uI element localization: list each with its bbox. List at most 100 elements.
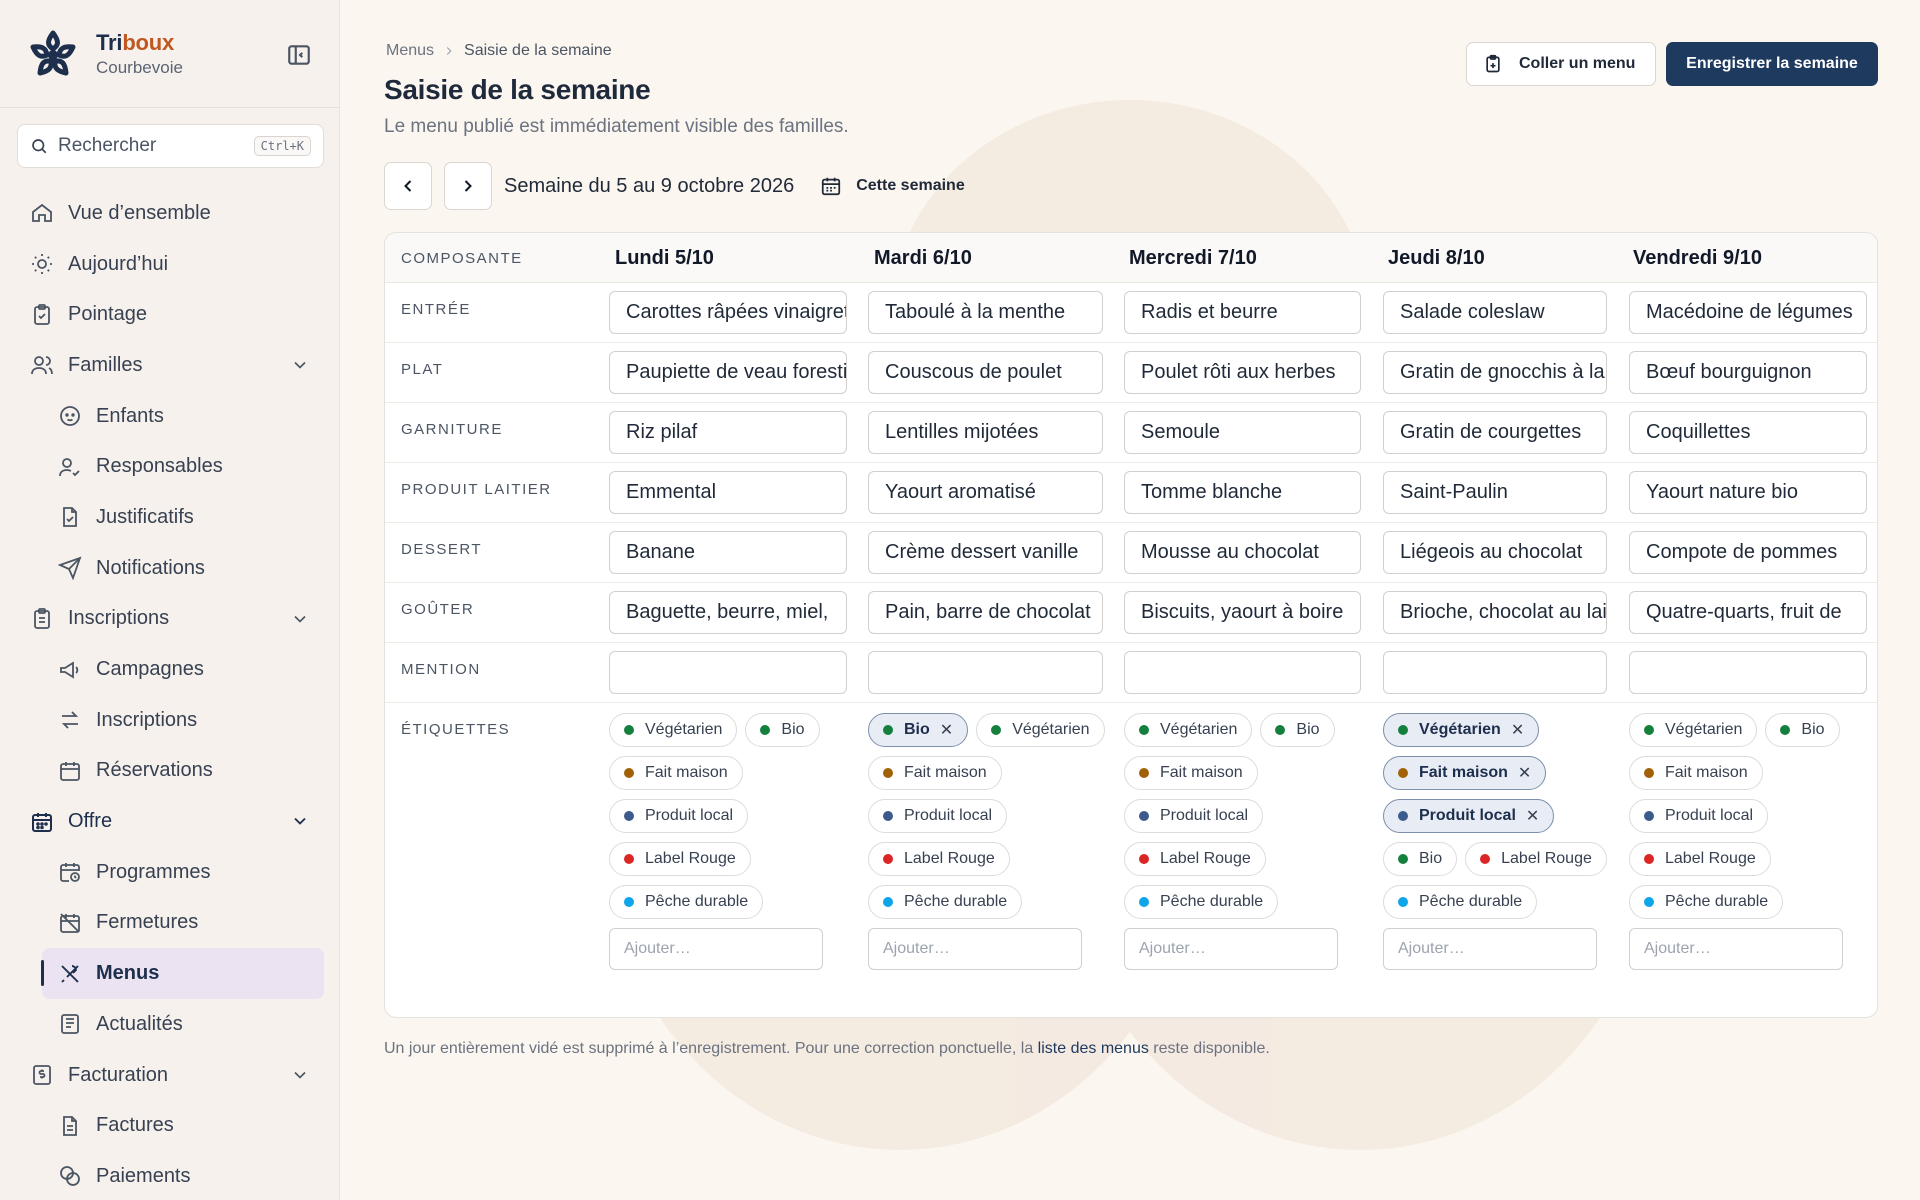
tag-chip[interactable]: Bio <box>1765 713 1840 747</box>
sidebar-item-actualites[interactable]: Actualités <box>0 999 340 1050</box>
menu-cell-input[interactable]: Lentilles mijotées <box>868 411 1103 454</box>
tag-chip[interactable]: Produit local <box>868 799 1008 833</box>
sidebar-item-offre[interactable]: Offre <box>0 796 340 847</box>
save-week-button[interactable]: Enregistrer la semaine <box>1666 42 1878 86</box>
menu-cell-input[interactable]: Macédoine de légumes <box>1629 291 1867 334</box>
tag-chip[interactable]: Végétarien <box>1124 713 1253 747</box>
menu-cell-input[interactable]: Quatre-quarts, fruit de <box>1629 591 1867 634</box>
tag-chip[interactable]: Fait maison <box>609 756 743 790</box>
sidebar-item-factures[interactable]: Factures <box>0 1100 340 1151</box>
menu-cell-input[interactable]: Semoule <box>1124 411 1361 454</box>
menu-cell-input[interactable]: Crème dessert vanille <box>868 531 1103 574</box>
menu-cell-input[interactable]: Paupiette de veau forestière <box>609 351 847 394</box>
tag-chip[interactable]: Bio <box>1260 713 1335 747</box>
add-tag-input[interactable]: Ajouter… <box>1383 928 1597 970</box>
sidebar-item-enfants[interactable]: Enfants <box>0 391 340 442</box>
menu-cell-input[interactable]: Baguette, beurre, miel, <box>609 591 847 634</box>
tag-chip[interactable]: Pêche durable <box>868 885 1023 919</box>
tag-chip[interactable]: Produit local <box>1629 799 1769 833</box>
menu-cell-input[interactable] <box>1383 651 1607 694</box>
tag-chip[interactable]: Fait maison <box>1124 756 1258 790</box>
tag-chip[interactable]: Pêche durable <box>1629 885 1784 919</box>
tag-chip[interactable]: Végétarien <box>1629 713 1758 747</box>
menu-cell-input[interactable]: Couscous de poulet <box>868 351 1103 394</box>
add-tag-input[interactable]: Ajouter… <box>1629 928 1843 970</box>
add-tag-input[interactable]: Ajouter… <box>1124 928 1338 970</box>
add-tag-input[interactable]: Ajouter… <box>609 928 823 970</box>
tag-chip[interactable]: Végétarien <box>609 713 738 747</box>
menu-cell-input[interactable]: Taboulé à la menthe <box>868 291 1103 334</box>
tag-chip[interactable]: Label Rouge <box>1124 842 1266 876</box>
tag-chip[interactable]: Produit local ✕ <box>1383 799 1555 833</box>
sidebar-collapse-icon[interactable] <box>286 42 312 68</box>
sidebar-item-inscriptions[interactable]: Inscriptions <box>0 695 340 746</box>
menu-cell-input[interactable]: Banane <box>609 531 847 574</box>
tag-chip[interactable]: Pêche durable <box>1124 885 1279 919</box>
menu-cell-input[interactable]: Liégeois au chocolat <box>1383 531 1607 574</box>
menu-cell-input[interactable]: Emmental <box>609 471 847 514</box>
this-week-button[interactable]: Cette semaine <box>820 175 965 197</box>
tag-chip[interactable]: Bio ✕ <box>868 713 969 747</box>
sidebar-item-notifications[interactable]: Notifications <box>0 543 340 594</box>
sidebar-item-campagnes[interactable]: Campagnes <box>0 644 340 695</box>
sidebar-item-facturation[interactable]: Facturation <box>0 1050 340 1101</box>
sidebar-item-today[interactable]: Aujourd’hui <box>0 239 340 290</box>
sidebar-item-responsables[interactable]: Responsables <box>0 441 340 492</box>
sidebar-item-justificatifs[interactable]: Justificatifs <box>0 492 340 543</box>
add-tag-input[interactable]: Ajouter… <box>868 928 1082 970</box>
tag-chip[interactable]: Fait maison ✕ <box>1383 756 1547 790</box>
tag-chip[interactable]: Bio <box>745 713 820 747</box>
menu-cell-input[interactable]: Radis et beurre <box>1124 291 1361 334</box>
menu-cell-input[interactable]: Tomme blanche <box>1124 471 1361 514</box>
menu-cell-input[interactable]: Riz pilaf <box>609 411 847 454</box>
next-week-button[interactable] <box>444 162 492 210</box>
menu-cell-input[interactable]: Saint-Paulin <box>1383 471 1607 514</box>
sidebar-item-reservations[interactable]: Réservations <box>0 746 340 797</box>
menu-cell-input[interactable]: Salade coleslaw <box>1383 291 1607 334</box>
tag-chip[interactable]: Fait maison <box>868 756 1002 790</box>
tag-chip[interactable]: Pêche durable <box>1383 885 1538 919</box>
menu-cell-input[interactable]: Gratin de gnocchis à la <box>1383 351 1607 394</box>
search-input[interactable]: Rechercher Ctrl+K <box>17 124 324 168</box>
menu-cell-input[interactable]: Pain, barre de chocolat <box>868 591 1103 634</box>
menu-cell-input[interactable]: Poulet rôti aux herbes <box>1124 351 1361 394</box>
menu-cell-input[interactable]: Compote de pommes <box>1629 531 1867 574</box>
tag-chip[interactable]: Label Rouge <box>1629 842 1771 876</box>
tag-chip[interactable]: Label Rouge <box>868 842 1010 876</box>
breadcrumb-parent[interactable]: Menus <box>386 42 434 60</box>
tag-chip[interactable]: Fait maison <box>1629 756 1763 790</box>
tag-chip[interactable]: Produit local <box>1124 799 1264 833</box>
menu-cell-input[interactable]: Carottes râpées vinaigrette <box>609 291 847 334</box>
sidebar-item-programmes[interactable]: Programmes <box>0 847 340 898</box>
menu-cell-input[interactable]: Brioche, chocolat au lait <box>1383 591 1607 634</box>
menu-cell-input[interactable] <box>868 651 1103 694</box>
tag-chip[interactable]: Végétarien <box>976 713 1105 747</box>
sidebar-item-overview[interactable]: Vue d’ensemble <box>0 188 340 239</box>
sidebar-item-inscriptions-group[interactable]: Inscriptions <box>0 594 340 645</box>
menu-cell-input[interactable]: Yaourt aromatisé <box>868 471 1103 514</box>
menu-cell-input[interactable] <box>1629 651 1867 694</box>
sidebar-item-pointage[interactable]: Pointage <box>0 289 340 340</box>
remove-tag-icon[interactable]: ✕ <box>1518 763 1531 783</box>
tag-chip[interactable]: Label Rouge <box>609 842 751 876</box>
sidebar-item-paiements[interactable]: Paiements <box>0 1151 340 1200</box>
sidebar-item-fermetures[interactable]: Fermetures <box>0 898 340 949</box>
tag-chip[interactable]: Label Rouge <box>1465 842 1607 876</box>
previous-week-button[interactable] <box>384 162 432 210</box>
menu-cell-input[interactable]: Bœuf bourguignon <box>1629 351 1867 394</box>
sidebar-item-familles[interactable]: Familles <box>0 340 340 391</box>
tag-chip[interactable]: Végétarien ✕ <box>1383 713 1540 747</box>
remove-tag-icon[interactable]: ✕ <box>940 720 953 740</box>
tag-chip[interactable]: Produit local <box>609 799 749 833</box>
menu-cell-input[interactable]: Mousse au chocolat <box>1124 531 1361 574</box>
tag-chip[interactable]: Bio <box>1383 842 1458 876</box>
menu-cell-input[interactable]: Coquillettes <box>1629 411 1867 454</box>
menu-cell-input[interactable]: Biscuits, yaourt à boire <box>1124 591 1361 634</box>
paste-menu-button[interactable]: Coller un menu <box>1466 42 1656 86</box>
menu-cell-input[interactable] <box>609 651 847 694</box>
remove-tag-icon[interactable]: ✕ <box>1526 806 1539 826</box>
remove-tag-icon[interactable]: ✕ <box>1511 720 1524 740</box>
menu-cell-input[interactable]: Yaourt nature bio <box>1629 471 1867 514</box>
menus-list-link[interactable]: liste des menus <box>1038 1040 1149 1057</box>
menu-cell-input[interactable] <box>1124 651 1361 694</box>
